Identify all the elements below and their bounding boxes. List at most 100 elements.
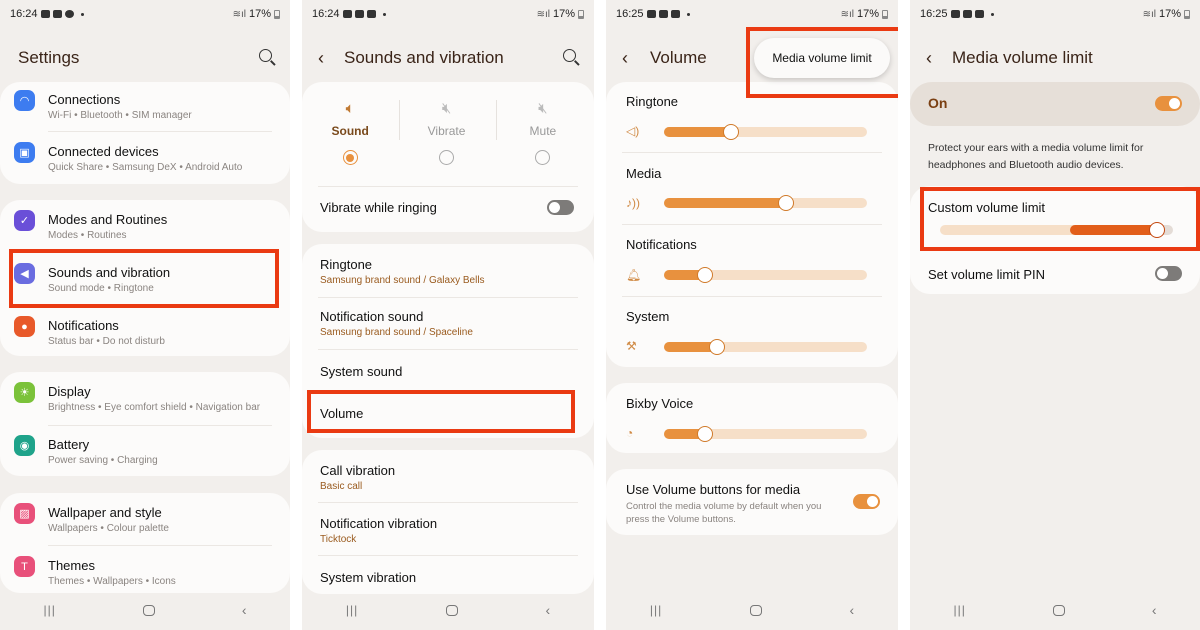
slider-thumb[interactable]: [722, 124, 739, 140]
more-notifications-icon: [80, 12, 84, 16]
radio-vibrate[interactable]: [439, 150, 455, 165]
settings-item-connected-devices[interactable]: ▣ Connected devices Quick Share • Samsung…: [0, 134, 290, 186]
volume-buttons-toggle[interactable]: [853, 494, 880, 509]
navigation-bar: ||| ‹: [0, 600, 290, 620]
back-button[interactable]: ‹: [242, 602, 247, 618]
search-icon[interactable]: [259, 49, 272, 62]
item-subtitle: Wi-Fi • Bluetooth • SIM manager: [48, 110, 192, 121]
battery-icon: [1184, 9, 1190, 19]
system-sound-item[interactable]: System sound: [320, 364, 402, 379]
back-arrow-icon[interactable]: ‹: [302, 48, 332, 69]
slider-thumb[interactable]: [777, 195, 794, 211]
volume-limit-pin-toggle[interactable]: [1155, 266, 1182, 281]
more-notifications-icon: [686, 12, 690, 16]
notifications-volume-slider[interactable]: [664, 267, 867, 283]
back-button[interactable]: ‹: [546, 602, 551, 618]
settings-item-battery[interactable]: ◉ Battery Power saving • Charging: [0, 427, 290, 479]
bixby-voice-card: Bixby Voice ◔: [606, 383, 898, 453]
volume-label: Notifications: [626, 237, 697, 252]
recents-button[interactable]: |||: [346, 603, 358, 617]
item-subtitle: Brightness • Eye comfort shield • Naviga…: [48, 402, 261, 413]
divider: [622, 152, 882, 153]
settings-item-connections[interactable]: ◠ Connections Wi-Fi • Bluetooth • SIM man…: [0, 82, 290, 134]
settings-group-display: ☀ Display Brightness • Eye comfort shield…: [0, 372, 290, 476]
back-arrow-icon[interactable]: ‹: [910, 48, 940, 69]
radio-mute[interactable]: [535, 150, 551, 165]
speaker-icon: ◁): [626, 124, 640, 138]
divider: [318, 349, 578, 350]
wallpaper-icon: ▨: [14, 503, 35, 524]
divider: [48, 131, 272, 132]
ringtone-item[interactable]: Ringtone Samsung brand sound / Galaxy Be…: [320, 257, 485, 286]
settings-item-notifications[interactable]: ● Notifications Status bar • Do not distu…: [0, 308, 290, 360]
settings-item-wallpaper[interactable]: ▨ Wallpaper and style Wallpapers • Colour…: [0, 495, 290, 547]
radio-sound[interactable]: [342, 150, 358, 165]
divider: [622, 224, 882, 225]
clock: 16:25: [920, 8, 948, 20]
highlight-box: [746, 27, 898, 98]
telegram-icon: [974, 10, 984, 18]
battery-icon: [274, 9, 280, 19]
settings-item-modes-routines[interactable]: ✓ Modes and Routines Modes • Routines: [0, 202, 290, 254]
ringtone-volume-slider[interactable]: [664, 124, 867, 140]
volume-label: System: [626, 309, 670, 324]
volume-buttons-card[interactable]: Use Volume buttons for media Control the…: [606, 469, 898, 535]
wifi-signal-icon: ≋ıl: [536, 8, 550, 20]
home-button[interactable]: [142, 604, 155, 616]
item-label: Themes: [48, 558, 95, 573]
description-text: Protect your ears with a media volume li…: [928, 142, 1144, 171]
slider-thumb[interactable]: [696, 267, 713, 283]
settings-group-connectivity: ◠ Connections Wi-Fi • Bluetooth • SIM man…: [0, 82, 290, 184]
volume-limit-pin-label[interactable]: Set volume limit PIN: [928, 267, 1045, 282]
settings-item-themes[interactable]: T Themes Themes • Wallpapers • Icons: [0, 548, 290, 600]
navigation-bar: ||| ‹: [302, 600, 594, 620]
divider: [318, 297, 578, 298]
master-toggle[interactable]: [1155, 96, 1182, 111]
divider: [48, 425, 272, 426]
recents-button[interactable]: |||: [953, 603, 965, 617]
volume-label: Ringtone: [626, 94, 679, 109]
notification-sound-item[interactable]: Notification sound Samsung brand sound /…: [320, 309, 473, 338]
page-title: Sounds and vibration: [344, 48, 504, 67]
wifi-signal-icon: ≋ıl: [232, 8, 246, 20]
back-arrow-icon[interactable]: ‹: [606, 48, 636, 69]
vibrate-while-ringing-row[interactable]: Vibrate while ringing: [320, 200, 437, 215]
mute-icon: 🔇︎: [538, 100, 548, 117]
slider-thumb[interactable]: [696, 426, 713, 442]
home-button[interactable]: [445, 604, 458, 616]
settings-group-style: ▨ Wallpaper and style Wallpapers • Colour…: [0, 493, 290, 593]
bell-icon: 🔔︎: [626, 268, 642, 282]
item-subtitle: Power saving • Charging: [48, 455, 158, 466]
back-button[interactable]: ‹: [850, 602, 855, 618]
sound-mode-mute[interactable]: 🔇︎ Mute: [495, 100, 591, 165]
wifi-signal-icon: ≋ıl: [1142, 8, 1156, 20]
divider: [318, 555, 578, 556]
item-subtitle: Ticktock: [320, 534, 357, 545]
more-notifications-icon: [382, 12, 386, 16]
sounds-vibration-screen: 16:24 ≋ıl 17% ‹ Sounds and vibration 🔈︎ S…: [302, 0, 594, 630]
vibrate-icon: 🔇︎: [441, 100, 452, 117]
notification-vibration-item[interactable]: Notification vibration Ticktock: [320, 516, 437, 545]
themes-icon: T: [14, 556, 35, 577]
search-icon[interactable]: [563, 49, 576, 62]
home-button[interactable]: [749, 604, 762, 616]
master-switch-bar[interactable]: On: [910, 82, 1200, 126]
slider-thumb[interactable]: [708, 339, 725, 355]
system-volume-slider[interactable]: [664, 339, 867, 355]
call-vibration-item[interactable]: Call vibration Basic call: [320, 463, 395, 492]
settings-item-display[interactable]: ☀ Display Brightness • Eye comfort shield…: [0, 374, 290, 426]
vibrate-while-ringing-toggle[interactable]: [547, 200, 574, 215]
sound-mode-sound[interactable]: 🔈︎ Sound: [302, 100, 398, 165]
volume-screen: 16:25 ≋ıl 17% ‹ Volume Ringtone ◁) Media …: [606, 0, 898, 630]
music-note-icon: ♪)): [626, 196, 640, 210]
item-label: Connections: [48, 92, 121, 107]
recents-button[interactable]: |||: [43, 603, 55, 617]
system-vibration-item[interactable]: System vibration: [320, 570, 416, 585]
media-volume-slider[interactable]: [664, 195, 867, 211]
recents-button[interactable]: |||: [650, 603, 662, 617]
sound-mode-vibrate[interactable]: 🔇︎ Vibrate: [398, 100, 494, 165]
back-button[interactable]: ‹: [1152, 602, 1157, 618]
bixby-volume-slider[interactable]: [664, 426, 867, 442]
youtube-icon: [40, 10, 50, 18]
home-button[interactable]: [1052, 604, 1065, 616]
